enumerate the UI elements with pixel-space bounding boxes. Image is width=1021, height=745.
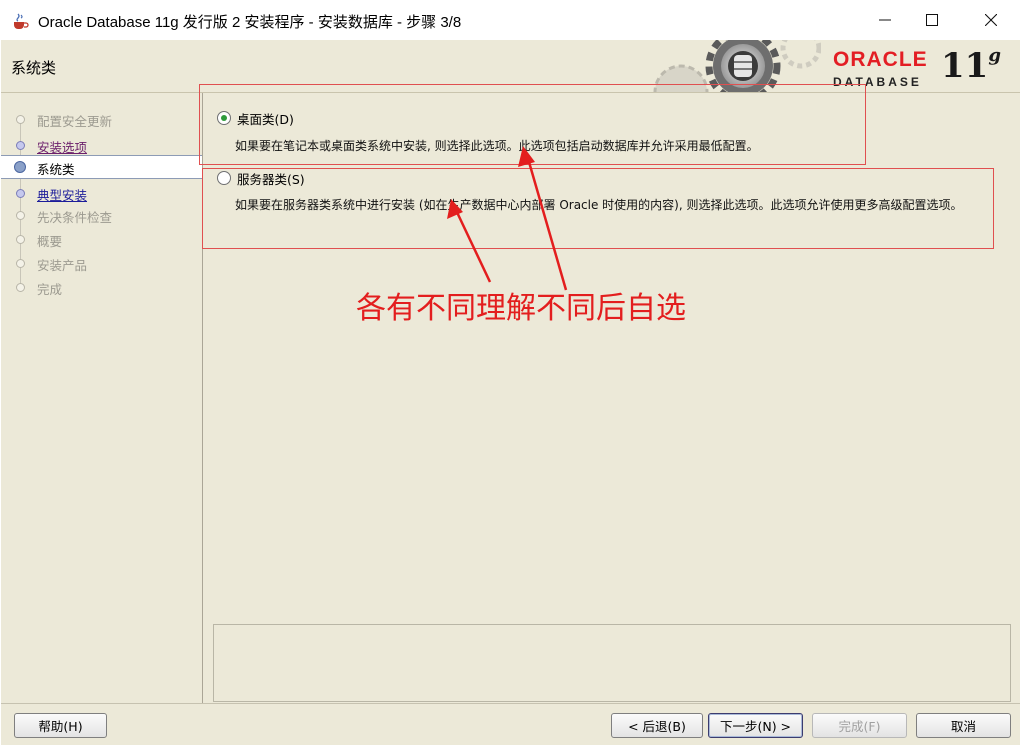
step-item: 配置安全更新 [1, 108, 202, 130]
window-title: Oracle Database 11g 发行版 2 安装程序 - 安装数据库 -… [38, 14, 462, 31]
step-dot-icon [16, 283, 25, 292]
minimize-button[interactable] [862, 0, 908, 40]
step-dot-icon [16, 189, 25, 198]
maximize-icon [926, 14, 938, 26]
step-label: 概要 [37, 234, 63, 249]
page-title: 系统类 [11, 59, 57, 77]
step-label: 系统类 [37, 162, 75, 177]
cancel-button[interactable]: 取消 [916, 713, 1011, 738]
step-dot-icon [16, 141, 25, 150]
step-item: 先决条件检查 [1, 204, 202, 226]
title-bar: Oracle Database 11g 发行版 2 安装程序 - 安装数据库 -… [0, 0, 1021, 40]
help-button[interactable]: 帮助(H) [14, 713, 107, 738]
finish-button[interactable]: 完成(F) [812, 713, 907, 738]
step-item[interactable]: 典型安装 [1, 182, 202, 204]
maximize-button[interactable] [909, 0, 955, 40]
message-panel [213, 624, 1011, 702]
step-label[interactable]: 安装选项 [37, 137, 87, 156]
step-dot-icon [16, 211, 25, 220]
step-item[interactable]: 安装选项 [1, 134, 202, 156]
step-label: 配置安全更新 [37, 114, 113, 129]
back-button[interactable]: < 后退(B) [611, 713, 703, 738]
next-button[interactable]: 下一步(N) > [708, 713, 803, 738]
step-item: 安装产品 [1, 252, 202, 274]
step-label: 完成 [37, 282, 63, 297]
step-label[interactable]: 典型安装 [37, 185, 87, 204]
step-current-icon [14, 161, 26, 173]
step-item: 概要 [1, 228, 202, 250]
footer-bar: 帮助(H) < 后退(B) 下一步(N) > 完成(F) 取消 [1, 703, 1020, 745]
step-dot-icon [16, 259, 25, 268]
step-dot-icon [16, 235, 25, 244]
annotation-text: 各有不同理解不同后自选 [356, 291, 686, 326]
step-label: 先决条件检查 [37, 210, 113, 225]
annotation-box-desktop [199, 84, 866, 165]
steps-sidebar: 配置安全更新 安装选项 系统类 典型安装 先决条件检查 概要 安装产品 完成 [1, 93, 203, 703]
minimize-icon [879, 19, 891, 21]
close-icon [985, 14, 997, 26]
version-logo: 11g [941, 44, 1001, 86]
java-cup-icon [14, 13, 29, 29]
step-dot-icon [16, 115, 25, 124]
step-label: 安装产品 [37, 258, 88, 273]
close-button[interactable] [968, 0, 1014, 40]
annotation-box-server [202, 168, 994, 249]
step-item-current: 系统类 [1, 155, 202, 179]
step-item: 完成 [1, 276, 202, 298]
